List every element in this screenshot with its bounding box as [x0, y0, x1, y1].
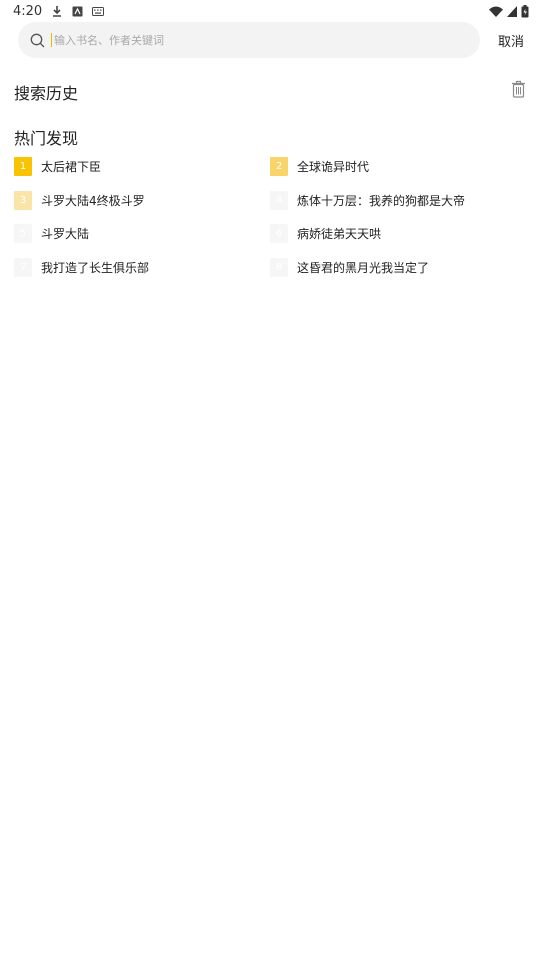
status-time: 4:20 [13, 3, 43, 19]
status-bar-left: 4:20 [13, 3, 105, 19]
rank-badge: 7 [14, 258, 32, 277]
hot-item-label: 全球诡异时代 [297, 160, 370, 174]
search-history-title: 搜索历史 [14, 84, 79, 103]
rank-badge: 8 [270, 258, 288, 277]
hot-item-label: 我打造了长生俱乐部 [41, 261, 150, 275]
hot-discovery-title: 热门发现 [14, 129, 79, 148]
hot-item-7[interactable]: 7 我打造了长生俱乐部 [14, 258, 149, 277]
wifi-icon [489, 6, 503, 17]
hot-item-5[interactable]: 5 斗罗大陆 [14, 224, 89, 243]
search-icon [30, 33, 45, 48]
rank-badge: 6 [270, 224, 288, 243]
hot-item-4[interactable]: 4 炼体十万层：我养的狗都是大帝 [270, 191, 465, 210]
search-input[interactable] [51, 33, 451, 47]
keyboard-icon [92, 6, 105, 16]
status-bar-right [489, 4, 529, 18]
status-bar: 4:20 [0, 0, 541, 22]
rank-badge: 4 [270, 191, 288, 210]
rank-badge: 5 [14, 224, 32, 243]
hot-item-label: 斗罗大陆4终极斗罗 [41, 194, 145, 208]
battery-icon [521, 4, 529, 18]
search-box[interactable] [18, 22, 480, 58]
search-row: 取消 [0, 22, 541, 58]
hot-item-6[interactable]: 6 病娇徒弟天天哄 [270, 224, 381, 243]
cancel-button[interactable]: 取消 [498, 31, 524, 50]
rank-badge: 1 [14, 157, 32, 176]
hot-item-label: 病娇徒弟天天哄 [297, 227, 382, 241]
hot-item-3[interactable]: 3 斗罗大陆4终极斗罗 [14, 191, 145, 210]
rank-badge: 2 [270, 157, 288, 176]
app-notification-icon [72, 6, 83, 17]
hot-item-1[interactable]: 1 太后裙下臣 [14, 157, 101, 176]
rank-badge: 3 [14, 191, 32, 210]
trash-icon[interactable] [511, 80, 526, 102]
hot-item-label: 太后裙下臣 [41, 160, 102, 174]
download-icon [51, 5, 63, 17]
hot-item-label: 炼体十万层：我养的狗都是大帝 [297, 194, 466, 208]
hot-item-8[interactable]: 8 这昏君的黑月光我当定了 [270, 258, 429, 277]
signal-icon [507, 5, 517, 17]
hot-item-label: 斗罗大陆 [41, 227, 90, 241]
hot-item-2[interactable]: 2 全球诡异时代 [270, 157, 369, 176]
hot-item-label: 这昏君的黑月光我当定了 [297, 261, 430, 275]
